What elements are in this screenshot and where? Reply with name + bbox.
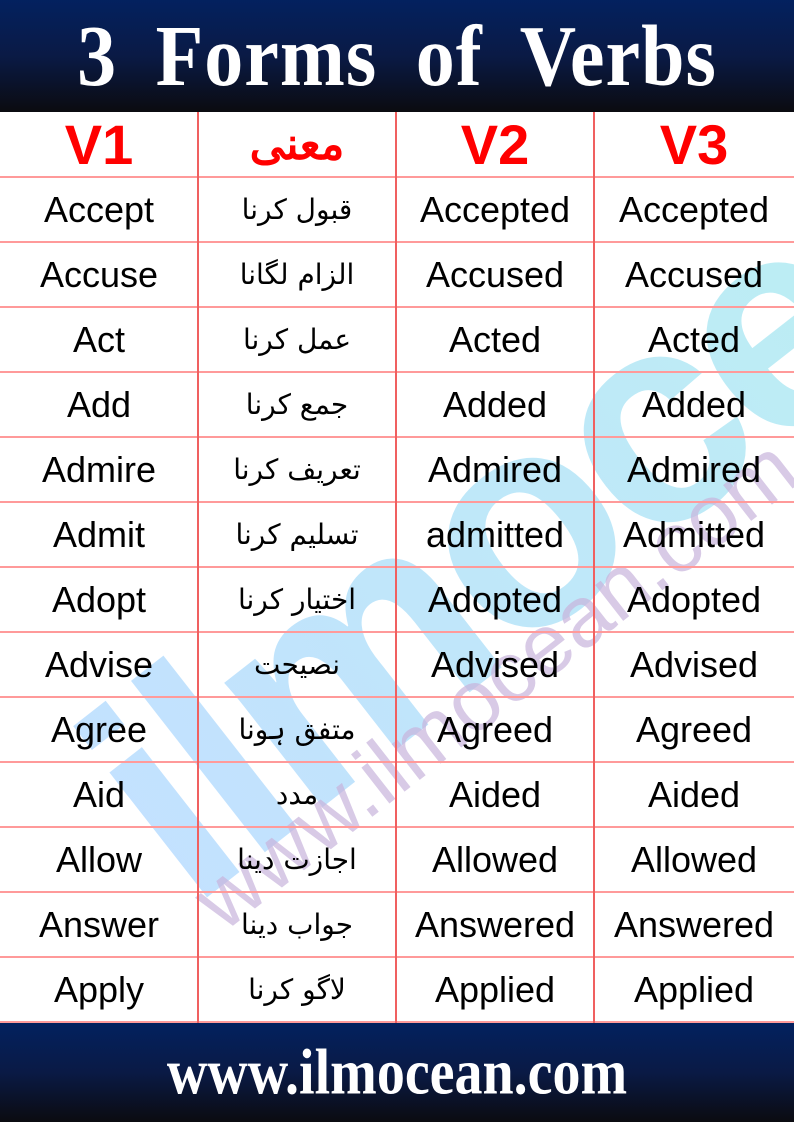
v2-cell: Acted [448, 318, 542, 360]
meaning-cell: جواب دینا [240, 908, 354, 941]
column-divider [593, 112, 595, 1023]
column-header-v2: V2 [460, 112, 530, 176]
meaning-cell: مدد [275, 778, 319, 811]
title-banner: 3 Forms of Verbs [0, 0, 794, 112]
v1-cell: Apply [53, 968, 145, 1010]
table-row: Act عمل کرنا Acted Acted [0, 308, 794, 373]
v1-cell: Agree [50, 708, 148, 750]
v2-cell: Answered [414, 903, 576, 945]
v3-cell: Acted [647, 318, 741, 360]
v2-cell: Admired [427, 448, 563, 490]
v2-cell: Applied [434, 968, 556, 1010]
v3-cell: Advised [629, 643, 759, 685]
v1-cell: Adopt [51, 578, 147, 620]
v3-cell: Aided [647, 773, 741, 815]
v2-cell: Aided [448, 773, 542, 815]
table-row: Accept قبول کرنا Accepted Accepted [0, 178, 794, 243]
meaning-cell: جمع کرنا [245, 388, 349, 421]
v3-cell: Accused [624, 253, 764, 295]
meaning-cell: عمل کرنا [242, 323, 352, 356]
v1-cell: Aid [72, 773, 126, 815]
v2-cell: Agreed [436, 708, 554, 750]
v2-cell: Adopted [427, 578, 563, 620]
v1-cell: Admire [41, 448, 157, 490]
table-row: Answer جواب دینا Answered Answered [0, 893, 794, 958]
v3-cell: Accepted [618, 188, 770, 230]
v1-cell: Answer [38, 903, 160, 945]
v3-cell: Agreed [635, 708, 753, 750]
v2-cell: Advised [430, 643, 560, 685]
v1-cell: Add [66, 383, 132, 425]
v1-cell: Advise [44, 643, 154, 685]
table-row: Agree متفق ہونا Agreed Agreed [0, 698, 794, 763]
column-header-v3: V3 [659, 112, 729, 176]
footer-url: www.ilmocean.com [166, 1036, 628, 1109]
meaning-cell: اجازت دینا [237, 843, 357, 876]
table-row: Advise نصیحت Advised Advised [0, 633, 794, 698]
v1-cell: Allow [55, 838, 143, 880]
v3-cell: Added [641, 383, 747, 425]
table-row: Allow اجازت دینا Allowed Allowed [0, 828, 794, 893]
v3-cell: Admitted [622, 513, 766, 555]
v3-cell: Adopted [626, 578, 762, 620]
table-row: Admire تعریف کرنا Admired Admired [0, 438, 794, 503]
page-title: 3 Forms of Verbs [77, 6, 717, 105]
meaning-cell: اختیار کرنا [237, 583, 357, 616]
table-row: Aid مدد Aided Aided [0, 763, 794, 828]
column-header-meaning: معنی [249, 118, 345, 170]
v3-cell: Allowed [630, 838, 758, 880]
v1-cell: Admit [52, 513, 146, 555]
table-row: Add جمع کرنا Added Added [0, 373, 794, 438]
table-row: Adopt اختیار کرنا Adopted Adopted [0, 568, 794, 633]
v3-cell: Applied [633, 968, 755, 1010]
v1-cell: Accuse [39, 253, 159, 295]
table-row: Apply لاگو کرنا Applied Applied [0, 958, 794, 1023]
v1-cell: Accept [43, 188, 155, 230]
v2-cell: admitted [425, 513, 565, 555]
v2-cell: Accused [425, 253, 565, 295]
meaning-cell: لاگو کرنا [248, 973, 346, 1006]
footer-banner: www.ilmocean.com [0, 1023, 794, 1122]
meaning-cell: تسلیم کرنا [235, 518, 359, 551]
meaning-cell: قبول کرنا [241, 193, 353, 226]
column-divider [197, 112, 199, 1023]
column-divider [395, 112, 397, 1023]
table-row: Admit تسلیم کرنا admitted Admitted [0, 503, 794, 568]
v2-cell: Accepted [419, 188, 571, 230]
table-row: Accuse الزام لگانا Accused Accused [0, 243, 794, 308]
v2-cell: Added [442, 383, 548, 425]
table-header-row: V1 معنی V2 V3 [0, 112, 794, 178]
v3-cell: Answered [613, 903, 775, 945]
v3-cell: Admired [626, 448, 762, 490]
column-header-v1: V1 [64, 112, 134, 176]
verb-table: ilmocean www.ilmocean.com V1 معنی V2 V3 … [0, 112, 794, 1023]
meaning-cell: تعریف کرنا [233, 453, 361, 486]
v2-cell: Allowed [431, 838, 559, 880]
meaning-cell: نصیحت [253, 648, 341, 681]
meaning-cell: الزام لگانا [239, 258, 355, 291]
meaning-cell: متفق ہونا [238, 713, 356, 746]
v1-cell: Act [72, 318, 125, 360]
